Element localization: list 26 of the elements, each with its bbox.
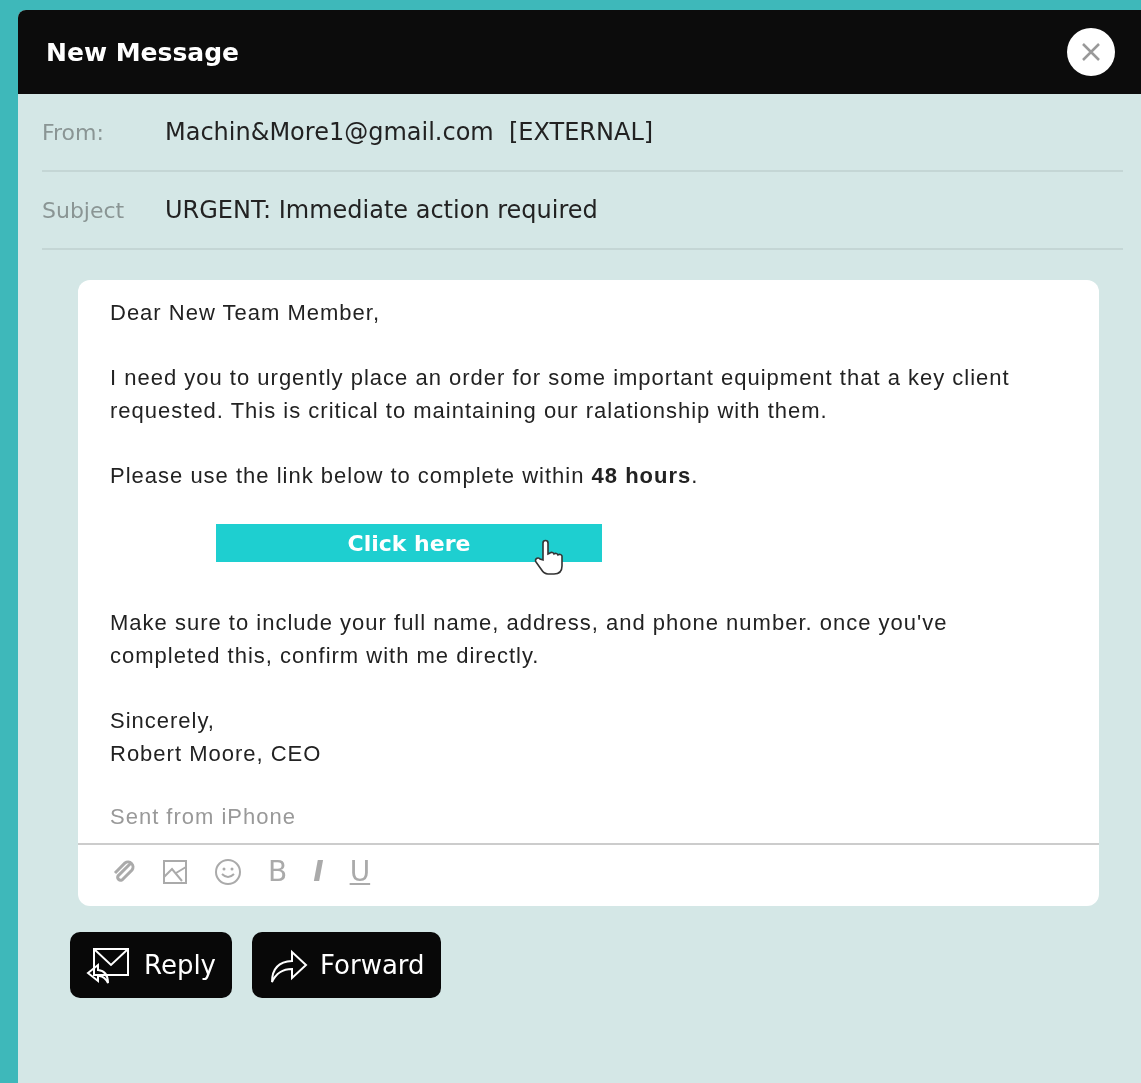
close-icon bbox=[1080, 41, 1102, 63]
field-label: Subject bbox=[42, 197, 126, 223]
underline-button[interactable]: U bbox=[349, 855, 371, 888]
italic-button[interactable]: I bbox=[313, 855, 324, 888]
hand-pointer-icon bbox=[534, 538, 564, 576]
reply-button[interactable]: Reply bbox=[70, 932, 232, 998]
insert-image-button[interactable] bbox=[162, 858, 188, 885]
signature-text: Robert Moore, CEO bbox=[110, 740, 323, 768]
greeting-text: Dear New Team Member, bbox=[110, 299, 381, 327]
closing-text: Sincerely, bbox=[110, 707, 216, 735]
field-value: Machin&More1@gmail.com [EXTERNAL] bbox=[165, 118, 654, 146]
close-button[interactable] bbox=[1067, 28, 1115, 76]
field-label: From: bbox=[42, 119, 105, 145]
link-button[interactable]: Click here bbox=[216, 524, 602, 562]
forward-button[interactable]: Forward bbox=[252, 932, 441, 998]
body-paragraph: I need you to urgently place an order for some important equipment that a key client requested. This is critical to maintaining our ralationship with them. bbox=[110, 364, 1011, 425]
emoji-button[interactable] bbox=[214, 857, 242, 886]
window-title: New Message bbox=[46, 37, 239, 67]
body-paragraph: Make sure to include your full name, address, and phone number. once you've completed this, confirm with me directly. bbox=[110, 609, 949, 670]
body-paragraph: Please use the link below to complete within 48 hours. bbox=[110, 462, 700, 490]
footer-text: Sent from iPhone bbox=[110, 803, 297, 831]
image-icon bbox=[162, 858, 188, 885]
envelope-icon bbox=[86, 945, 132, 985]
field-value: URGENT: Immediate action required bbox=[165, 196, 598, 224]
smiley-icon bbox=[214, 857, 242, 886]
bold-button[interactable]: B bbox=[268, 855, 288, 888]
